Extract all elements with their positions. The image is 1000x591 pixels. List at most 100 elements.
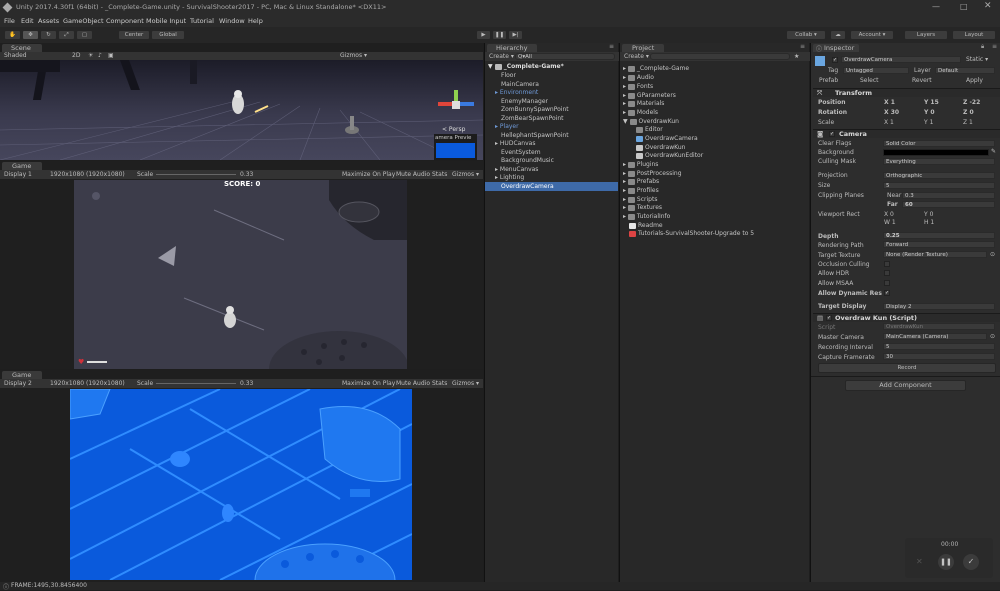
- project-folder-audio[interactable]: ▸ Audio: [620, 73, 809, 82]
- lighting-toggle-icon[interactable]: ☀: [88, 52, 93, 59]
- target-display-dropdown[interactable]: Display 2: [883, 303, 995, 310]
- recording-interval-input[interactable]: 5: [883, 343, 995, 350]
- hierarchy-item-hudcanvas[interactable]: ▸ HUDCanvas: [485, 139, 618, 148]
- viewport-x[interactable]: X 0: [884, 211, 894, 218]
- scene-gizmos-dropdown[interactable]: Gizmos ▾: [340, 52, 367, 59]
- project-asset-overdrawcamera[interactable]: OverdrawCamera: [620, 134, 809, 143]
- scale-z[interactable]: Z 1: [963, 119, 973, 126]
- capture-framerate-input[interactable]: 30: [883, 353, 995, 360]
- project-tab[interactable]: Project: [622, 44, 664, 52]
- eyedropper-icon[interactable]: ✎: [991, 148, 996, 155]
- step-button[interactable]: ▶|: [508, 30, 523, 40]
- overdrawkun-script-header[interactable]: ▤ ✓ Overdraw Kun (Script): [813, 313, 1000, 322]
- game2-maximize-toggle[interactable]: Maximize On Play: [342, 380, 395, 387]
- project-folder-prefabs[interactable]: ▸ Prefabs: [620, 177, 809, 186]
- maximize-button[interactable]: □: [960, 2, 968, 11]
- game1-viewport[interactable]: SCORE: 0 ♥: [74, 180, 407, 369]
- menu-mobile-input[interactable]: Mobile Input: [146, 17, 186, 25]
- clear-flags-dropdown[interactable]: Solid Color: [883, 140, 995, 147]
- prefab-select-button[interactable]: Select: [860, 77, 879, 84]
- record-button[interactable]: Record: [818, 363, 996, 373]
- master-camera-field[interactable]: MainCamera (Camera): [883, 333, 987, 340]
- menu-edit[interactable]: Edit: [21, 17, 34, 25]
- master-camera-picker-icon[interactable]: ⊙: [990, 333, 995, 340]
- camera-header[interactable]: ◙ ✓ Camera: [813, 129, 1000, 138]
- hierarchy-item-environment[interactable]: ▸ Environment: [485, 88, 618, 97]
- viewport-w[interactable]: W 1: [884, 219, 896, 226]
- near-input[interactable]: 0.3: [902, 192, 995, 199]
- minimize-button[interactable]: —: [932, 2, 940, 11]
- game1-resolution-dropdown[interactable]: 1920x1080 (1920x1080): [50, 171, 125, 178]
- scene-tab[interactable]: Scene: [2, 44, 42, 52]
- scene-orientation-gizmo[interactable]: [438, 90, 474, 120]
- viewport-y[interactable]: Y 0: [924, 211, 933, 218]
- inspector-menu-icon[interactable]: ≡: [992, 43, 997, 50]
- project-folder-fonts[interactable]: ▸ Fonts: [620, 82, 809, 91]
- menu-file[interactable]: File: [4, 17, 15, 25]
- move-tool-button[interactable]: ✥: [22, 30, 39, 40]
- overlay-confirm-button[interactable]: ✓: [963, 554, 979, 570]
- hierarchy-item-lighting[interactable]: ▸ Lighting: [485, 173, 618, 182]
- game1-display-dropdown[interactable]: Display 1: [4, 171, 32, 178]
- scale-y[interactable]: Y 1: [924, 119, 933, 126]
- prefab-revert-button[interactable]: Revert: [912, 77, 932, 84]
- layout-dropdown[interactable]: Layout: [952, 30, 996, 40]
- persp-label[interactable]: < Persp: [442, 126, 465, 133]
- game2-gizmos-dropdown[interactable]: Gizmos ▾: [452, 380, 479, 387]
- project-folder-textures[interactable]: ▸ Textures: [620, 203, 809, 212]
- play-button[interactable]: ▶: [476, 30, 491, 40]
- project-create-button[interactable]: Create ▾: [624, 53, 649, 60]
- project-search-input[interactable]: [650, 53, 790, 60]
- rotation-y[interactable]: Y 0: [924, 109, 935, 116]
- hierarchy-menu-icon[interactable]: ≡: [609, 43, 614, 50]
- hierarchy-item-player[interactable]: ▸ Player: [485, 122, 618, 131]
- account-button[interactable]: Account ▾: [850, 30, 894, 40]
- hierarchy-tab[interactable]: Hierarchy: [487, 44, 537, 52]
- game1-stats-toggle[interactable]: Stats: [432, 171, 447, 178]
- transform-header[interactable]: ⤧ Transform: [813, 88, 1000, 97]
- rendering-path-dropdown[interactable]: Forward: [883, 241, 995, 248]
- shaded-dropdown[interactable]: Shaded: [4, 52, 27, 59]
- scene-viewport[interactable]: < Persp amera Previe: [0, 60, 483, 160]
- rotation-x[interactable]: X 30: [884, 109, 899, 116]
- global-toggle[interactable]: Global: [151, 30, 185, 40]
- hierarchy-item-backgroundmusic[interactable]: BackgroundMusic: [485, 156, 618, 165]
- project-folder-profiles[interactable]: ▸ Profiles: [620, 186, 809, 195]
- active-checkbox[interactable]: ✓: [832, 57, 838, 63]
- project-folder-models[interactable]: ▸ Models: [620, 108, 809, 117]
- game1-scale-slider[interactable]: [156, 174, 236, 175]
- game2-tab[interactable]: Game: [2, 371, 42, 379]
- projection-dropdown[interactable]: Orthographic: [883, 172, 995, 179]
- game2-stats-toggle[interactable]: Stats: [432, 380, 447, 387]
- scale-tool-button[interactable]: ⤢: [58, 30, 75, 40]
- occlusion-culling-checkbox[interactable]: [884, 261, 890, 267]
- inspector-tab[interactable]: ⓘ Inspector: [813, 44, 859, 53]
- overlay-close-icon[interactable]: ✕: [916, 557, 923, 566]
- layers-dropdown[interactable]: Layers: [904, 30, 948, 40]
- project-folder-plugins[interactable]: ▸ Plugins: [620, 160, 809, 169]
- project-folder-materials[interactable]: ▸ Materials: [620, 99, 809, 108]
- add-component-button[interactable]: Add Component: [845, 380, 966, 391]
- 2d-toggle[interactable]: 2D: [72, 52, 80, 59]
- hierarchy-search-input[interactable]: Q▾All: [515, 53, 615, 60]
- menu-help[interactable]: Help: [248, 17, 263, 25]
- hierarchy-scene-row[interactable]: ▼ _Complete-Game*: [485, 62, 618, 71]
- menu-gameobject[interactable]: GameObject: [63, 17, 104, 25]
- hand-tool-button[interactable]: ✋: [4, 30, 21, 40]
- culling-mask-dropdown[interactable]: Everything: [883, 158, 995, 165]
- camera-enabled-checkbox[interactable]: ✓: [829, 131, 835, 137]
- background-color-swatch[interactable]: [883, 149, 989, 156]
- audio-toggle-icon[interactable]: ♪: [98, 52, 102, 59]
- hierarchy-item-overdrawcamera[interactable]: OverdrawCamera: [485, 182, 618, 191]
- project-asset-overdrawkuneditor[interactable]: OverdrawKunEditor: [620, 151, 809, 160]
- game2-mute-toggle[interactable]: Mute Audio: [396, 380, 430, 387]
- overlay-pause-button[interactable]: ❚❚: [938, 554, 954, 570]
- tag-dropdown[interactable]: Untagged: [843, 67, 909, 74]
- viewport-h[interactable]: H 1: [924, 219, 934, 226]
- project-folder-tutorialinfo[interactable]: ▸ TutorialInfo: [620, 212, 809, 221]
- far-input[interactable]: 60: [902, 201, 995, 208]
- game2-resolution-dropdown[interactable]: 1920x1080 (1920x1080): [50, 380, 125, 387]
- menu-assets[interactable]: Assets: [38, 17, 59, 25]
- hierarchy-item-zombunny[interactable]: ZomBunnySpawnPoint: [485, 105, 618, 114]
- menu-component[interactable]: Component: [106, 17, 144, 25]
